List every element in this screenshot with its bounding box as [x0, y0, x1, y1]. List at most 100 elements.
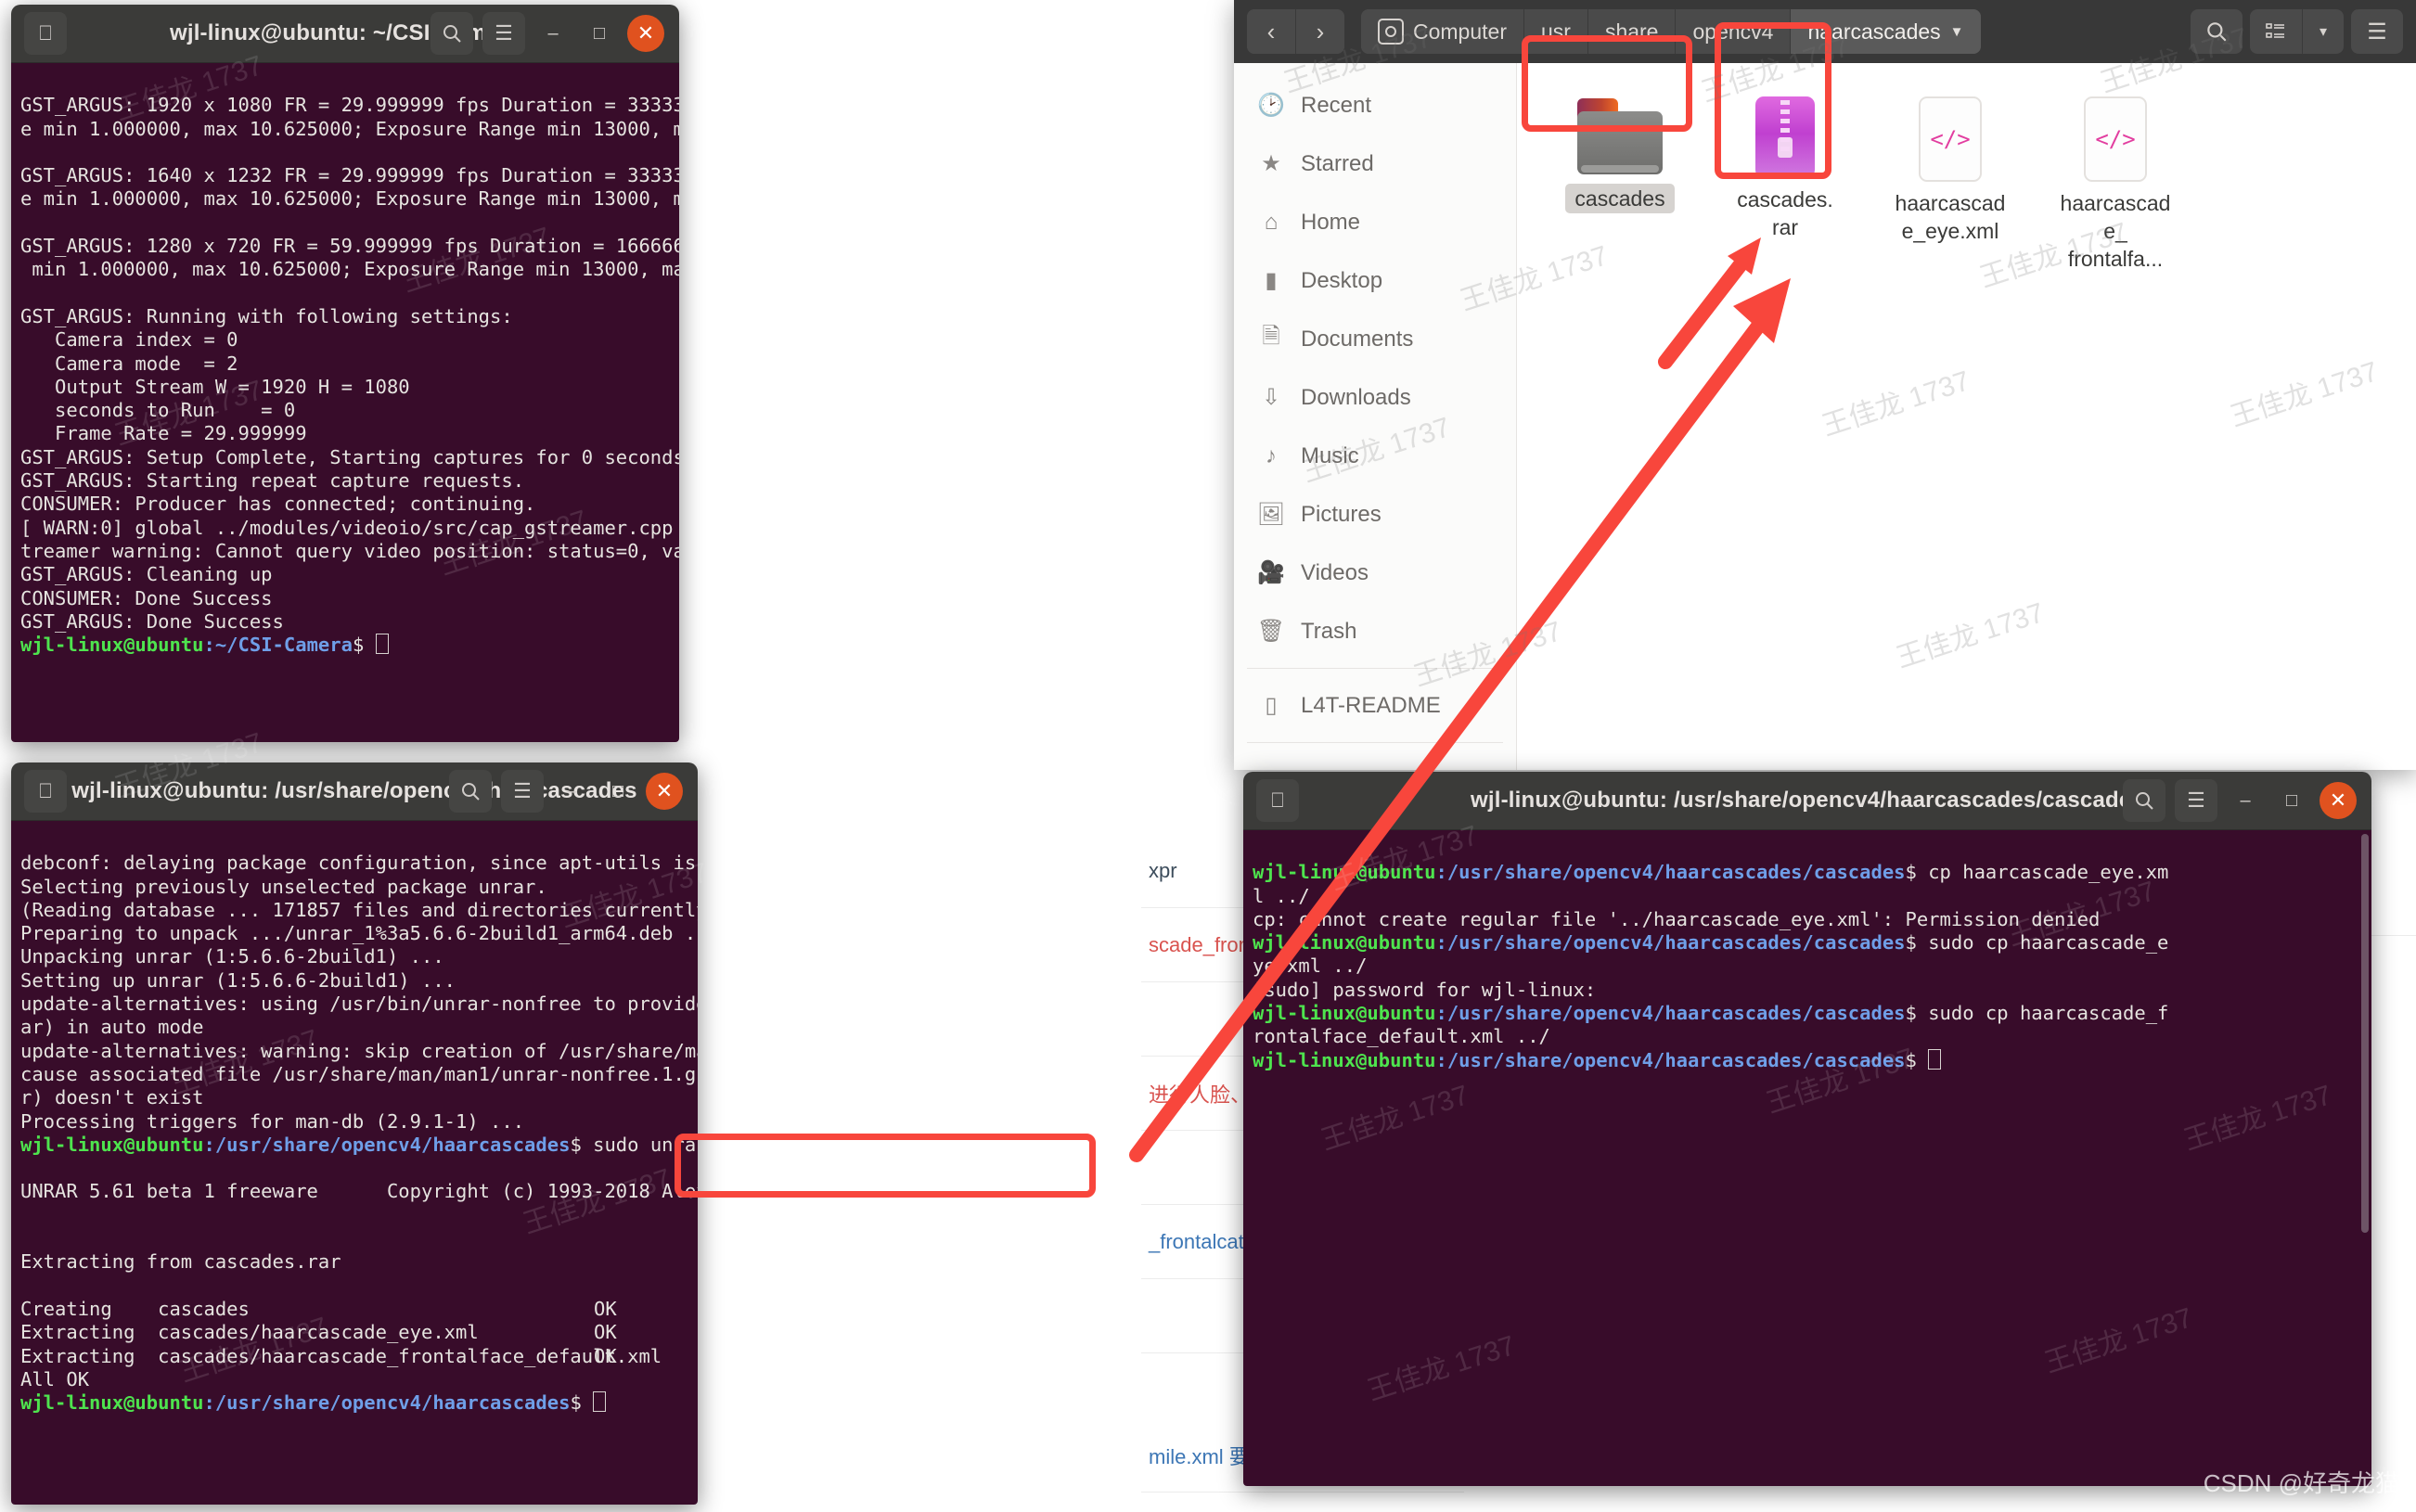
terminal1-line: GST_ARGUS: 1920 x 1080 FR = 29.999999 fp…: [20, 94, 679, 116]
terminal3-command: sudo cp haarcascade_f: [1917, 1002, 2169, 1024]
sidebar-item-label: Pictures: [1301, 502, 1381, 528]
terminal3-command-cont: rontalface_default.xml ../: [1253, 1025, 1550, 1047]
chevron-down-icon: ▾: [2320, 22, 2327, 41]
sidebar-item-videos[interactable]: 🎥 Videos: [1234, 544, 1516, 602]
clock-icon: 🕑: [1258, 92, 1284, 119]
new-tab-button[interactable]: ⎕: [24, 770, 67, 813]
breadcrumb-item-opencv4[interactable]: opencv4: [1675, 9, 1790, 54]
terminal3-search-button[interactable]: [2123, 779, 2165, 822]
terminal2-line: Setting up unrar (1:5.6.6-2build1) ...: [20, 969, 456, 992]
file-manager-window[interactable]: ‹ › Computer usr share opencv4 haarcasca…: [1234, 0, 2416, 770]
terminal3-command: sudo cp haarcascade_e: [1917, 931, 2169, 954]
file-item-cascades[interactable]: cascades: [1537, 80, 1703, 273]
breadcrumb-item-haarcascades[interactable]: haarcascades ▼: [1790, 9, 1980, 54]
terminal3-prompt-user: wjl-linux@ubuntu: [1253, 1049, 1435, 1071]
sidebar-item-label: Starred: [1301, 151, 1374, 177]
terminal3-maximize-button[interactable]: □: [2273, 782, 2310, 819]
terminal2-search-button[interactable]: [449, 770, 492, 813]
sidebar-item-home[interactable]: ⌂ Home: [1234, 193, 1516, 251]
breadcrumb-label: usr: [1541, 19, 1571, 45]
desktop-icon: ▮: [1258, 267, 1284, 294]
terminal2-minimize-button[interactable]: –: [553, 773, 590, 810]
terminal1-line: treamer warning: Cannot query video posi…: [20, 540, 679, 562]
file-item-haarcascade-eye-xml[interactable]: </> haarcascad e_eye.xml: [1868, 80, 2033, 273]
terminal-window-csi-camera[interactable]: ⎕ wjl-linux@ubuntu: ~/CSI-Camera ☰ – □ ✕…: [11, 5, 679, 742]
terminal2-menu-button[interactable]: ☰: [501, 770, 544, 813]
terminal1-close-button[interactable]: ✕: [627, 15, 664, 52]
terminal1-output[interactable]: GST_ARGUS: 1920 x 1080 FR = 29.999999 fp…: [11, 63, 679, 742]
terminal2-line: update-alternatives: using /usr/bin/unra…: [20, 993, 698, 1015]
sidebar-item-trash[interactable]: 🗑 Trash: [1234, 602, 1516, 660]
terminal2-prompt2-path: :/usr/share/opencv4/haarcascades: [203, 1391, 570, 1414]
view-options-button[interactable]: ▾: [2302, 9, 2344, 54]
sidebar-item-label: Trash: [1301, 619, 1356, 645]
search-button[interactable]: [2191, 9, 2243, 54]
terminal3-output-line: [sudo] password for wjl-linux:: [1253, 979, 1596, 1001]
main-menu-button[interactable]: ☰: [2351, 9, 2403, 54]
terminal1-menu-button[interactable]: ☰: [482, 12, 525, 55]
sidebar-item-documents[interactable]: 🗎 Documents: [1234, 310, 1516, 368]
web-row-text: xpr: [1149, 859, 1177, 883]
terminal3-menu-button[interactable]: ☰: [2175, 779, 2217, 822]
terminal1-line: CONSUMER: Producer has connected; contin…: [20, 493, 535, 515]
terminal2-close-button[interactable]: ✕: [646, 773, 683, 810]
file-item-cascades-rar[interactable]: cascades. rar: [1703, 80, 1868, 273]
terminal1-line: GST_ARGUS: Starting repeat capture reque…: [20, 469, 524, 492]
terminal3-close-button[interactable]: ✕: [2320, 782, 2357, 819]
terminal3-cursor: [1928, 1049, 1941, 1070]
file-manager-toolbar: ‹ › Computer usr share opencv4 haarcasca…: [1234, 0, 2416, 63]
file-item-haarcascade-frontalface-xml[interactable]: </> haarcascad e_ frontalfa...: [2033, 80, 2198, 273]
breadcrumb-item-share[interactable]: share: [1587, 9, 1676, 54]
terminal2-maximize-button[interactable]: □: [599, 773, 636, 810]
new-tab-button[interactable]: ⎕: [1256, 779, 1299, 822]
breadcrumb-label: share: [1605, 19, 1659, 45]
sidebar-item-label: Other Locations: [1301, 767, 1458, 771]
file-label: haarcascad e_ frontalfa...: [2061, 189, 2171, 273]
terminal2-output[interactable]: debconf: delaying package configuration,…: [11, 821, 698, 1505]
sidebar-divider: [1247, 668, 1503, 669]
breadcrumb-item-computer[interactable]: Computer: [1361, 9, 1523, 54]
sidebar-item-desktop[interactable]: ▮ Desktop: [1234, 251, 1516, 310]
search-icon: [2204, 19, 2229, 44]
terminal1-line: [ WARN:0] global ../modules/videoio/src/…: [20, 517, 679, 539]
sidebar-item-label: Recent: [1301, 93, 1371, 119]
terminal1-line: GST_ARGUS: Setup Complete, Starting capt…: [20, 446, 679, 468]
terminal2-extract-row: Creating cascades: [20, 1298, 250, 1320]
terminal3-output[interactable]: wjl-linux@ubuntu :/usr/share/opencv4/haar…: [1243, 830, 2371, 1486]
terminal1-prompt-path: :~/CSI-Camera: [203, 634, 352, 656]
forward-button[interactable]: ›: [1295, 9, 1344, 54]
new-tab-button[interactable]: ⎕: [24, 12, 67, 55]
terminal2-extract-status: OK: [594, 1345, 617, 1368]
terminal3-prompt-path: :/usr/share/opencv4/haarcascades/cascade…: [1435, 931, 1905, 954]
sidebar-item-music[interactable]: ♪ Music: [1234, 427, 1516, 485]
terminal1-maximize-button[interactable]: □: [581, 15, 618, 52]
terminal2-prompt-user: wjl-linux@ubuntu: [20, 1134, 203, 1156]
sidebar-item-starred[interactable]: ★ Starred: [1234, 135, 1516, 193]
terminal1-line: GST_ARGUS: Running with following settin…: [20, 305, 513, 327]
hamburger-icon: ☰: [2367, 19, 2387, 45]
sidebar-item-label: Desktop: [1301, 268, 1382, 294]
sidebar-item-other-locations[interactable]: + Other Locations: [1234, 750, 1516, 770]
back-button[interactable]: ‹: [1247, 9, 1295, 54]
terminal-window-cascades[interactable]: ⎕ wjl-linux@ubuntu: /usr/share/opencv4/h…: [1243, 772, 2371, 1486]
terminal1-line: GST_ARGUS: Done Success: [20, 610, 284, 633]
sidebar-item-recent[interactable]: 🕑 Recent: [1234, 76, 1516, 135]
view-mode-button[interactable]: [2250, 9, 2302, 54]
sidebar-item-l4t-readme[interactable]: ▯ L4T-README: [1234, 676, 1516, 735]
terminal-window-haarcascades[interactable]: ⎕ wjl-linux@ubuntu: /usr/share/opencv4/h…: [11, 762, 698, 1505]
terminal3-scrollbar[interactable]: [2361, 834, 2369, 1233]
archive-icon: [1755, 96, 1815, 178]
file-grid: cascades cascades. rar </> haarcascad e_…: [1517, 63, 2416, 770]
sidebar-item-downloads[interactable]: ⇩ Downloads: [1234, 368, 1516, 427]
terminal1-line: seconds to Run = 0: [20, 399, 307, 421]
sidebar-item-label: Documents: [1301, 327, 1413, 352]
terminal3-prompt-sigil: $: [1906, 931, 1917, 954]
breadcrumb-item-usr[interactable]: usr: [1523, 9, 1587, 54]
terminal3-prompt-path: :/usr/share/opencv4/haarcascades/cascade…: [1435, 861, 1905, 883]
terminal1-left-controls: ⎕: [11, 12, 67, 55]
terminal1-minimize-button[interactable]: –: [534, 15, 572, 52]
terminal1-search-button[interactable]: [431, 12, 473, 55]
xml-file-icon: </>: [2084, 96, 2147, 182]
sidebar-item-pictures[interactable]: 🖼 Pictures: [1234, 485, 1516, 544]
terminal3-minimize-button[interactable]: –: [2227, 782, 2264, 819]
